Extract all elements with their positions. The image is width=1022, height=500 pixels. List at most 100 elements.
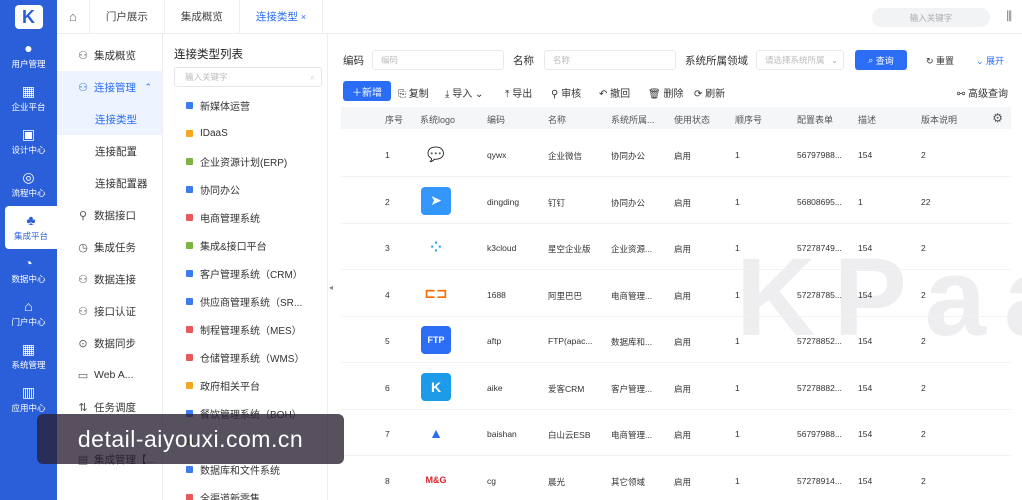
tab-label: 集成概览: [180, 11, 223, 23]
menu-item-connection[interactable]: ⚇ 连接管理 ⌃: [57, 71, 162, 103]
undo-icon: ↶: [599, 89, 611, 100]
table-row[interactable]: 4 1688 阿里巴巴 电商管理... 启用 1 57278785... 154 2 ⊏⊐: [341, 271, 1011, 317]
rail-item-integration[interactable]: ♣ 集成平台: [5, 206, 57, 249]
menu-item-data-api[interactable]: ⚲ 数据接口: [57, 199, 162, 231]
delete-button[interactable]: 🗑 删除: [648, 85, 683, 100]
chevron-up-icon: ⌃: [144, 81, 152, 92]
type-list-item[interactable]: 协同办公: [186, 175, 326, 203]
user-icon: ●: [24, 40, 33, 56]
menu-item-web-api[interactable]: ▭ Web A...: [57, 359, 162, 391]
table-row[interactable]: 2 dingding 钉钉 协同办公 启用 1 56808695... 1 22 ➤: [341, 178, 1011, 224]
column-settings-icon[interactable]: ⚙: [992, 111, 1003, 125]
new-button[interactable]: ＋新增: [343, 81, 391, 101]
tab-portal[interactable]: 门户展示: [90, 0, 165, 34]
advanced-query-button[interactable]: ⚯ 高级查询: [957, 85, 1008, 100]
home-icon: ⌂: [69, 9, 77, 24]
table-row[interactable]: 7 baishan 白山云ESB 电商管理... 启用 1 56797988... 154 2 ▲: [341, 410, 1011, 456]
name-input[interactable]: 名称: [544, 50, 676, 70]
copy-button[interactable]: ⎘ 复制: [398, 85, 429, 100]
home-tab[interactable]: ⌂: [57, 0, 90, 34]
menu-sub-connection-config[interactable]: 连接配置: [57, 135, 162, 167]
column-header[interactable]: 编码: [487, 113, 505, 126]
ftp-logo: FTP: [421, 326, 451, 354]
menu-label: 任务调度: [94, 401, 136, 414]
expand-button[interactable]: ⌄ 展开: [976, 54, 1004, 67]
design-icon: ▣: [21, 126, 36, 142]
column-header[interactable]: 使用状态: [674, 113, 710, 126]
type-list-item[interactable]: 制程管理系统（MES）: [186, 315, 326, 343]
table-cell-no: 3: [385, 243, 390, 253]
column-header[interactable]: 系统logo: [420, 113, 455, 126]
menu-item-sync[interactable]: ⊙ 数据同步: [57, 327, 162, 359]
trash-icon: 🗑: [648, 89, 664, 100]
table-row[interactable]: 8 cg 晨光 其它领域 启用 1 57278914... 154 2 M&G: [341, 457, 1011, 500]
type-list-item[interactable]: 政府相关平台: [186, 371, 326, 399]
code-input[interactable]: 编码: [372, 50, 504, 70]
schedule-icon: ⇅: [78, 401, 88, 414]
domain-select[interactable]: 请选择系统所属 ⌄: [756, 50, 844, 70]
table-cell-code: dingding: [487, 196, 520, 207]
global-search-input[interactable]: 输入关键字: [872, 8, 990, 27]
column-header[interactable]: 版本说明: [921, 113, 957, 126]
menu-item-tasks[interactable]: ◷ 集成任务: [57, 231, 162, 263]
collapse-panel-icon[interactable]: ◂: [327, 283, 335, 299]
type-label: 集成&接口平台: [200, 241, 267, 253]
menu-sub-connection-configurator[interactable]: 连接配置器: [57, 167, 162, 199]
table-cell-name: 阿里巴巴: [548, 290, 583, 301]
menu-item-data-connection[interactable]: ⚇ 数据连接: [57, 263, 162, 295]
table-cell-status: 启用: [674, 430, 692, 440]
audit-button[interactable]: ⚲ 审核: [551, 85, 581, 100]
menu-item-auth[interactable]: ⚇ 接口认证: [57, 295, 162, 327]
rail-item-enterprise[interactable]: ▦ 企业平台: [0, 77, 57, 120]
column-header[interactable]: 描述: [858, 113, 876, 126]
reset-button[interactable]: ↻ 重置: [926, 54, 954, 67]
type-list-item[interactable]: 集成&接口平台: [186, 231, 326, 259]
type-list-item[interactable]: 供应商管理系统（SR...: [186, 287, 326, 315]
export-button[interactable]: ⤒ 导出: [505, 85, 532, 100]
app-logo[interactable]: K: [0, 0, 57, 34]
table-row[interactable]: 3 k3cloud 星空企业版 企业资源... 启用 1 57278749... 154 2 ⁘: [341, 224, 1011, 270]
column-header[interactable]: 顺序号: [735, 113, 762, 126]
app-icon: ▥: [21, 384, 36, 400]
column-header[interactable]: 序号: [385, 113, 403, 126]
table-row[interactable]: 5 aftp FTP(apac... 数据库和... 启用 1 57278852... 154…: [341, 317, 1011, 363]
type-list-item[interactable]: 电商管理系统: [186, 203, 326, 231]
type-list-item[interactable]: 企业资源计划(ERP): [186, 147, 326, 175]
type-list-item[interactable]: 全渠道新零售: [186, 483, 326, 500]
table-row[interactable]: 1 qywx 企业微信 协同办公 启用 1 56797988... 154 2 💬: [341, 131, 1011, 177]
rail-item-users[interactable]: ● 用户管理: [0, 34, 57, 77]
rail-item-flow[interactable]: ◎ 流程中心: [0, 163, 57, 206]
menu-item-overview[interactable]: ⚇ 集成概览: [57, 39, 162, 71]
column-header[interactable]: 系统所属...: [611, 113, 655, 126]
revoke-button[interactable]: ↶ 撤回: [599, 85, 630, 100]
tab-connection-type[interactable]: 连接类型 ×: [240, 0, 324, 34]
refresh-button[interactable]: ⟳ 刷新: [694, 85, 725, 100]
type-label: 全渠道新零售: [200, 493, 260, 500]
table-cell-code: aftp: [487, 336, 502, 346]
category-icon: [186, 353, 193, 361]
table-cell-name: 白山云ESB: [548, 430, 591, 440]
type-list-item[interactable]: 仓储管理系统（WMS）: [186, 343, 326, 371]
type-list-item[interactable]: 新媒体运营: [186, 91, 326, 119]
type-list-item[interactable]: 客户管理系统（CRM）: [186, 259, 326, 287]
import-button[interactable]: ⤓ 导入 ⌄: [445, 85, 483, 100]
type-list-item[interactable]: IDaaS: [186, 119, 326, 147]
query-button[interactable]: ⌕ 查询: [855, 50, 907, 70]
column-header[interactable]: 配置表单: [797, 113, 833, 126]
tab-overview[interactable]: 集成概览: [165, 0, 240, 34]
rail-item-design[interactable]: ▣ 设计中心: [0, 120, 57, 163]
table-cell-status: 启用: [674, 290, 692, 301]
settings-icon[interactable]: ⫼: [1006, 9, 1012, 24]
column-header[interactable]: 名称: [548, 113, 566, 126]
dingding-logo: ➤: [421, 186, 451, 215]
type-search-input[interactable]: 输入关键字 ⌕: [174, 67, 322, 87]
close-icon[interactable]: ×: [301, 12, 306, 22]
rail-label: 门户中心: [11, 317, 46, 327]
type-label: 电商管理系统: [200, 213, 260, 225]
rail-item-system[interactable]: ▦ 系统管理: [0, 335, 57, 378]
rail-item-portal[interactable]: ⌂ 门户中心: [0, 292, 57, 335]
rail-item-data[interactable]: ◔ 数据中心: [0, 249, 57, 292]
table-row[interactable]: 6 aike 爱客CRM 客户管理... 启用 1 57278882... 154 2 K: [341, 364, 1011, 410]
chevron-down-icon: ⌄: [830, 55, 838, 65]
menu-sub-connection-type[interactable]: 连接类型: [57, 103, 162, 135]
